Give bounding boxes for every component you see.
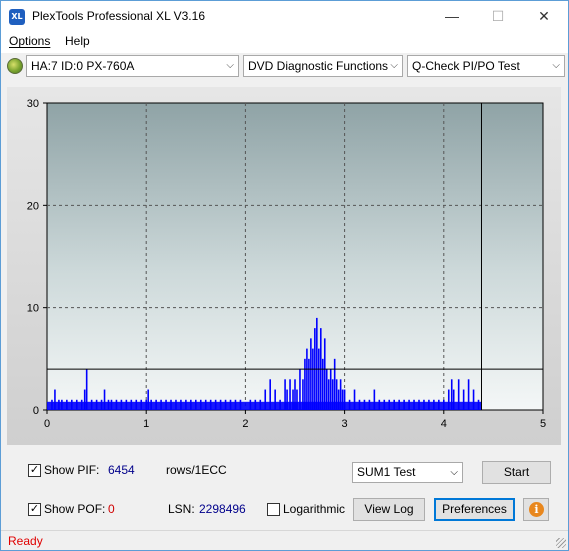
chevron-down-icon: ⌵ — [552, 60, 560, 71]
pif-bar — [306, 348, 308, 410]
lsn-value: 2298496 — [199, 502, 246, 516]
logarithmic-checkbox[interactable] — [267, 503, 280, 516]
resize-grip-icon[interactable] — [556, 538, 566, 548]
pif-bar — [310, 338, 312, 410]
plot-area — [46, 102, 544, 411]
menu-help[interactable]: Help — [65, 34, 90, 48]
status-text: Ready — [8, 534, 43, 548]
check-icon: ✓ — [29, 464, 40, 476]
menu-bar: Options Help — [1, 31, 568, 53]
function-select-value: DVD Diagnostic Functions — [248, 59, 389, 73]
rows-unit-label: rows/1ECC — [166, 463, 227, 477]
app-window: XL PlexTools Professional XL V3.16 — ☐ ✕… — [0, 0, 569, 551]
show-pof-checkbox[interactable]: ✓ — [28, 503, 41, 516]
drive-select-value: HA:7 ID:0 PX-760A — [31, 59, 135, 73]
chevron-down-icon: ⌵ — [226, 60, 234, 71]
preferences-button-label: Preferences — [442, 502, 507, 516]
show-pif-checkbox[interactable]: ✓ — [28, 464, 41, 477]
check-icon: ✓ — [29, 503, 40, 515]
lsn-label: LSN: — [168, 502, 195, 516]
x-tick-label: 4 — [441, 418, 447, 430]
pif-baseline-band — [47, 401, 482, 410]
pof-value: 0 — [108, 502, 115, 516]
menu-help-label: Help — [65, 34, 90, 48]
x-tick-label: 0 — [44, 418, 50, 430]
toolbar: HA:7 ID:0 PX-760A ⌵ DVD Diagnostic Funct… — [1, 53, 568, 81]
title-bar: XL PlexTools Professional XL V3.16 — ☐ ✕ — [1, 1, 568, 31]
function-select[interactable]: DVD Diagnostic Functions ⌵ — [243, 55, 403, 77]
status-bar: Ready — [1, 530, 568, 550]
logarithmic-label: Logarithmic — [283, 502, 346, 516]
pif-bar — [323, 338, 326, 410]
menu-options[interactable]: Options — [9, 34, 50, 48]
start-button-label: Start — [503, 465, 530, 479]
pif-bar — [312, 348, 314, 410]
pif-bar — [316, 317, 318, 410]
info-icon: i — [529, 502, 544, 517]
controls-panel: ✓ Show PIF: 6454 rows/1ECC SUM1 Test ⌵ S… — [1, 447, 568, 529]
sum-test-select[interactable]: SUM1 Test ⌵ — [352, 462, 463, 483]
pif-value: 6454 — [108, 463, 135, 477]
test-select[interactable]: Q-Check PI/PO Test ⌵ — [407, 55, 565, 77]
x-tick-label: 5 — [540, 418, 546, 430]
y-tick-label: 0 — [33, 405, 39, 417]
show-pif-label: Show PIF: — [44, 463, 100, 477]
drive-select[interactable]: HA:7 ID:0 PX-760A ⌵ — [26, 55, 239, 77]
y-tick-label: 20 — [27, 200, 39, 212]
x-tick-label: 3 — [342, 418, 348, 430]
sum-test-select-value: SUM1 Test — [357, 465, 416, 479]
drive-status-icon — [7, 58, 23, 74]
chart-panel: 0 1 2 3 4 5 0 10 20 30 — [7, 87, 561, 445]
window-title: PlexTools Professional XL V3.16 — [32, 9, 205, 23]
show-pof-label: Show POF: — [44, 502, 106, 516]
x-tick-label: 1 — [143, 418, 149, 430]
x-tick-label: 2 — [242, 418, 248, 430]
info-button[interactable]: i — [523, 498, 549, 521]
app-logo-icon: XL — [9, 9, 25, 25]
menu-options-label: Options — [9, 34, 51, 48]
maximize-button[interactable]: ☐ — [475, 1, 521, 31]
close-button[interactable]: ✕ — [521, 1, 567, 31]
preferences-button[interactable]: Preferences — [434, 498, 515, 521]
pif-chart: 0 1 2 3 4 5 0 10 20 30 — [27, 98, 546, 430]
pif-bar — [318, 348, 320, 410]
view-log-button[interactable]: View Log — [353, 498, 425, 521]
chevron-down-icon: ⌵ — [390, 60, 398, 71]
chevron-down-icon: ⌵ — [450, 467, 458, 478]
minimize-button[interactable]: — — [429, 1, 475, 31]
y-tick-label: 30 — [27, 98, 39, 110]
start-button[interactable]: Start — [482, 461, 551, 484]
test-select-value: Q-Check PI/PO Test — [412, 59, 520, 73]
y-tick-label: 10 — [27, 303, 39, 315]
view-log-button-label: View Log — [364, 502, 414, 516]
